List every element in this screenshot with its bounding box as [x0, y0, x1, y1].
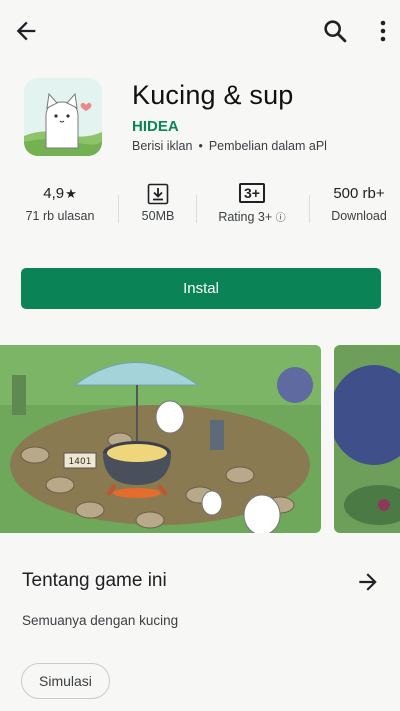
about-heading: Tentang game ini — [22, 570, 167, 591]
about-description: Semuanya dengan kucing — [22, 613, 179, 628]
screenshot-1[interactable]: 1401 — [0, 345, 321, 533]
more-vert-icon[interactable] — [371, 17, 395, 45]
download-box-icon — [147, 183, 169, 205]
rating-count-label: 71 rb ulasan — [25, 209, 95, 223]
stat-downloads: 500 rb+ Download — [318, 182, 400, 236]
stat-content-rating[interactable]: 3+ Rating 3+ ⓘ — [200, 182, 304, 236]
cat-logo-icon — [24, 78, 102, 156]
size-label: 50MB — [141, 209, 175, 223]
stats-row: 4,9★ 71 rb ulasan 50MB 3+ Rating 3+ ⓘ 50… — [0, 182, 400, 236]
sign-text: 1401 — [69, 457, 92, 467]
contains-ads-label: Berisi iklan — [132, 139, 193, 153]
app-icon — [24, 78, 102, 156]
stat-divider — [309, 195, 310, 223]
arrow-right-icon[interactable] — [355, 569, 381, 595]
search-icon[interactable] — [321, 17, 349, 45]
stat-rating[interactable]: 4,9★ 71 rb ulasan — [12, 182, 108, 236]
rating-value: 4,9 — [43, 185, 65, 202]
top-app-bar — [0, 0, 400, 62]
arrow-left-icon[interactable] — [12, 17, 40, 45]
stat-divider — [118, 195, 119, 223]
star-icon: ★ — [65, 186, 77, 201]
category-chip[interactable]: Simulasi — [21, 663, 110, 699]
install-button[interactable]: Instal — [21, 268, 381, 309]
game-scene-image: 1401 — [0, 345, 321, 533]
in-app-purchases-label: Pembelian dalam aPl — [208, 139, 327, 153]
downloads-label: Download — [331, 209, 387, 223]
downloads-value: 500 rb+ — [333, 185, 385, 202]
info-icon: ⓘ — [275, 213, 286, 224]
developer-link[interactable]: HIDEA — [132, 118, 179, 135]
meta-separator: • — [198, 139, 203, 153]
stat-divider — [196, 195, 197, 223]
screenshot-2[interactable] — [334, 345, 400, 533]
stat-size: 50MB — [120, 182, 196, 236]
app-meta: Berisi iklan • Pembelian dalam aPl — [132, 139, 327, 153]
game-scene-image-2 — [334, 345, 400, 533]
content-rating-label: Rating 3+ — [218, 210, 273, 224]
app-title: Kucing & sup — [132, 80, 294, 110]
content-rating-badge: 3+ — [239, 183, 265, 203]
